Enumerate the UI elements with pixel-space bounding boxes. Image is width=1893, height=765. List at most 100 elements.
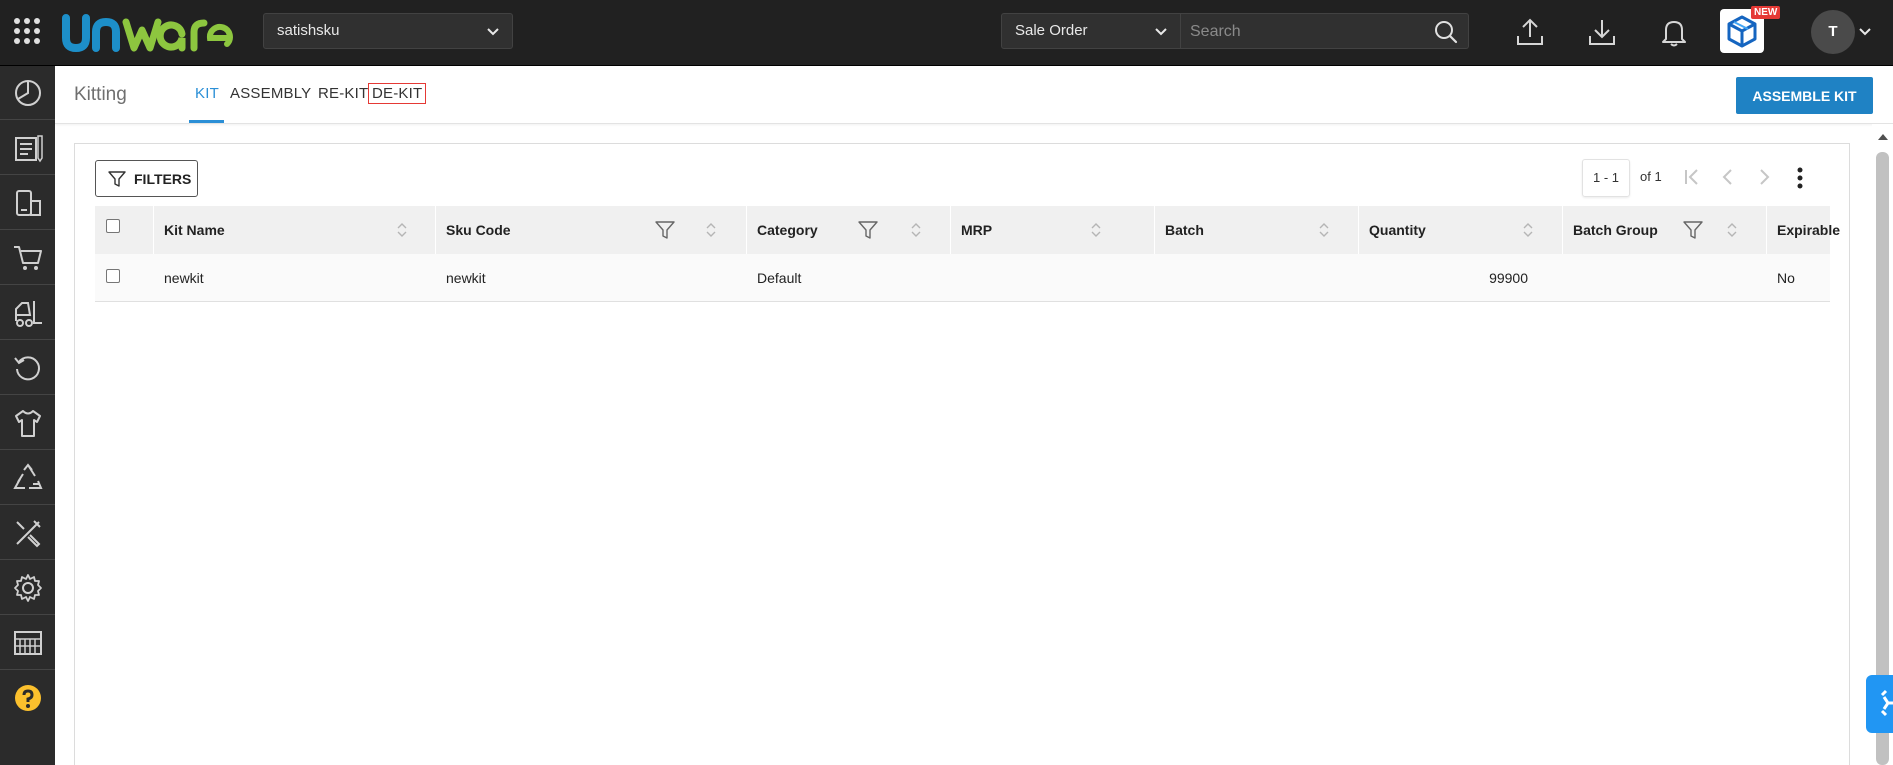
search-input[interactable]	[1190, 20, 1420, 44]
tab-assembly[interactable]: ASSEMBLY	[230, 85, 311, 102]
help-icon	[14, 685, 41, 711]
support-icon	[1880, 689, 1893, 717]
scroll-up-arrow-icon[interactable]	[1878, 132, 1888, 140]
unicommerce-logo[interactable]	[62, 8, 234, 56]
page-title: Kitting	[74, 84, 127, 105]
column-header-expirable[interactable]: Expirable	[1767, 206, 1840, 254]
sidebar-item-returns[interactable]	[0, 341, 55, 395]
sidebar-item-inventory[interactable]	[0, 176, 55, 230]
sort-icon[interactable]	[706, 222, 716, 238]
assemble-kit-button[interactable]: ASSEMBLE KIT	[1736, 77, 1873, 114]
cell-sku-code: newkit	[446, 270, 486, 286]
sidebar-item-help[interactable]	[0, 671, 55, 725]
tab-kit[interactable]: KIT	[195, 85, 219, 102]
facility-select-value: satishsku	[277, 22, 340, 39]
column-filter-icon[interactable]	[858, 221, 878, 239]
column-label: Expirable	[1777, 222, 1841, 238]
facility-select[interactable]: satishsku	[263, 13, 513, 49]
cart-icon	[13, 245, 42, 270]
whats-new-button[interactable]: NEW	[1720, 6, 1781, 53]
download-icon[interactable]	[1586, 16, 1618, 48]
page-scrollbar[interactable]	[1872, 124, 1893, 765]
column-header-kit-name[interactable]: Kit Name	[154, 206, 436, 254]
column-filter-icon[interactable]	[655, 221, 675, 239]
filters-button[interactable]: FILTERS	[95, 160, 198, 197]
column-header-sku-code[interactable]: Sku Code	[436, 206, 747, 254]
avatar[interactable]: T	[1811, 10, 1855, 54]
column-header-batch-group[interactable]: Batch Group	[1563, 206, 1767, 254]
sidebar	[0, 66, 55, 765]
support-widget-button[interactable]	[1866, 675, 1893, 733]
recycle-icon	[12, 462, 43, 489]
scroll-thumb[interactable]	[1876, 152, 1889, 765]
sidebar-item-dashboard[interactable]	[0, 66, 55, 120]
returns-icon	[13, 355, 40, 380]
column-header-quantity[interactable]: Quantity	[1359, 206, 1563, 254]
table-row[interactable]: newkit newkit Default 99900 No	[95, 254, 1830, 302]
tools-icon	[15, 519, 41, 547]
page-total: of 1	[1640, 169, 1662, 184]
search-box	[1181, 13, 1469, 49]
table-header: Kit Name Sku Code Category MRP Batch Qua…	[95, 206, 1840, 254]
cell-expirable: No	[1777, 270, 1795, 286]
page-range: 1 - 1	[1582, 159, 1630, 197]
more-options-icon[interactable]	[1796, 167, 1804, 189]
warehouse-icon	[13, 630, 42, 655]
column-header-mrp[interactable]: MRP	[951, 206, 1155, 254]
sidebar-item-warehouse[interactable]	[0, 616, 55, 670]
tab-dekit[interactable]: DE-KIT	[368, 83, 427, 104]
next-page-icon[interactable]	[1757, 168, 1771, 186]
sidebar-item-tools[interactable]	[0, 506, 55, 560]
active-tab-indicator	[189, 120, 224, 123]
sort-icon[interactable]	[1319, 222, 1329, 238]
dashboard-icon	[14, 79, 41, 106]
cell-category: Default	[757, 270, 802, 286]
sort-icon[interactable]	[1091, 222, 1101, 238]
column-label: Sku Code	[446, 222, 511, 238]
column-label: Category	[757, 222, 818, 238]
select-all-checkbox[interactable]	[106, 219, 120, 233]
column-label: Batch	[1165, 222, 1204, 238]
sidebar-item-settings[interactable]	[0, 561, 55, 615]
bell-icon[interactable]	[1658, 16, 1690, 48]
prev-page-icon[interactable]	[1721, 168, 1735, 186]
sidebar-item-recycle[interactable]	[0, 451, 55, 505]
filter-icon	[108, 171, 126, 187]
sort-icon[interactable]	[911, 222, 921, 238]
search-icon[interactable]	[1434, 20, 1458, 44]
filters-label: FILTERS	[134, 171, 192, 187]
apps-grid-icon[interactable]	[13, 17, 41, 45]
cell-kit-name: newkit	[164, 270, 204, 286]
chevron-down-icon	[1155, 28, 1167, 36]
row-checkbox[interactable]	[106, 269, 120, 283]
forklift-icon	[14, 300, 42, 327]
chevron-down-icon[interactable]	[1858, 25, 1872, 39]
sidebar-item-orders[interactable]	[0, 121, 55, 175]
select-all-cell	[95, 206, 154, 254]
inventory-icon	[15, 189, 41, 216]
sidebar-item-products[interactable]	[0, 396, 55, 450]
column-label: Quantity	[1369, 222, 1426, 238]
sidebar-item-forklift[interactable]	[0, 286, 55, 340]
column-label: Batch Group	[1573, 222, 1658, 238]
top-bar: satishsku Sale Order Search NEW T	[0, 0, 1893, 66]
search-type-value: Sale Order	[1015, 22, 1088, 39]
sort-icon[interactable]	[397, 222, 407, 238]
upload-icon[interactable]	[1514, 16, 1546, 48]
tshirt-icon	[14, 409, 41, 437]
search-type-select[interactable]: Sale Order	[1001, 13, 1181, 49]
page-header: Kitting KIT ASSEMBLY RE-KIT DE-KIT ASSEM…	[55, 66, 1893, 124]
orders-icon	[14, 134, 43, 162]
gear-icon	[13, 573, 42, 602]
column-header-batch[interactable]: Batch	[1155, 206, 1359, 254]
content-panel: FILTERS 1 - 1 of 1 Kit Name Sku Code Cat…	[74, 143, 1850, 765]
cell-quantity: 99900	[1489, 270, 1528, 286]
column-filter-icon[interactable]	[1683, 221, 1703, 239]
first-page-icon[interactable]	[1684, 168, 1700, 186]
chevron-down-icon	[487, 28, 499, 36]
column-header-category[interactable]: Category	[747, 206, 951, 254]
sort-icon[interactable]	[1523, 222, 1533, 238]
sidebar-item-cart[interactable]	[0, 231, 55, 285]
sort-icon[interactable]	[1727, 222, 1737, 238]
tab-rekit[interactable]: RE-KIT	[318, 85, 368, 102]
